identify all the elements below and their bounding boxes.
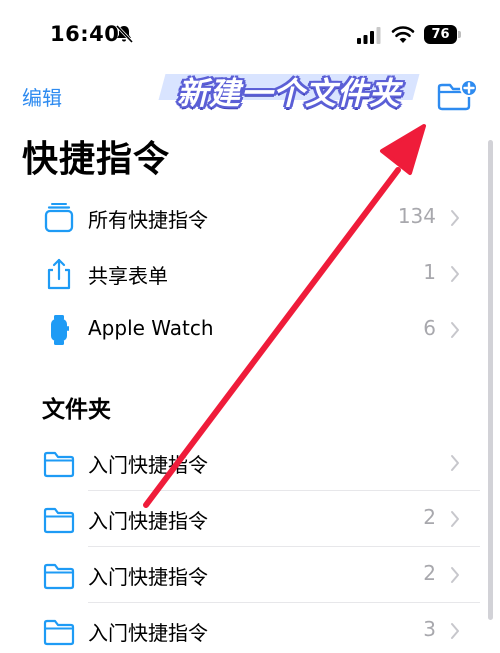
- bell-slash-icon: [115, 24, 134, 44]
- new-folder-button[interactable]: [436, 78, 478, 112]
- list-item-all-shortcuts[interactable]: 所有快捷指令 134: [0, 190, 480, 246]
- overlay-caption: 新建一个文件夹: [158, 62, 420, 112]
- page-title: 快捷指令: [22, 139, 171, 180]
- folder-icon: [43, 451, 75, 478]
- folder-icon: [43, 619, 75, 646]
- chevron-right-icon: [451, 266, 459, 282]
- row-label: Apple Watch: [88, 316, 214, 340]
- row-label: 入门快捷指令: [88, 453, 208, 477]
- battery-indicator: 76: [424, 25, 457, 44]
- share-icon: [47, 258, 71, 290]
- chevron-right-icon: [451, 623, 459, 639]
- row-count: 2: [423, 561, 436, 585]
- row-label: 入门快捷指令: [88, 621, 208, 645]
- status-time: 16:40: [50, 22, 120, 46]
- chevron-right-icon: [451, 322, 459, 338]
- row-label: 入门快捷指令: [88, 565, 208, 589]
- watch-icon: [51, 315, 69, 345]
- folder-item[interactable]: 入门快捷指令 2: [0, 491, 480, 547]
- folders-section-header: 文件夹: [42, 397, 111, 423]
- list-item-shared[interactable]: 共享表单 1: [0, 246, 480, 302]
- status-bar: 16:40 76: [0, 0, 500, 70]
- row-count: 1: [423, 260, 436, 284]
- folder-icon: [43, 563, 75, 590]
- row-label: 所有快捷指令: [88, 208, 208, 232]
- chevron-right-icon: [451, 455, 459, 471]
- folder-plus-icon: [437, 79, 478, 111]
- wifi-icon: [391, 26, 415, 43]
- folder-item[interactable]: 入门快捷指令: [0, 435, 480, 491]
- list-item-apple-watch[interactable]: Apple Watch 6: [0, 302, 480, 358]
- chevron-right-icon: [451, 511, 459, 527]
- row-label: 共享表单: [88, 264, 168, 288]
- folder-icon: [43, 507, 75, 534]
- scrollbar[interactable]: [488, 140, 493, 620]
- row-label: 入门快捷指令: [88, 509, 208, 533]
- edit-button[interactable]: 编辑: [22, 82, 62, 111]
- folder-item[interactable]: 入门快捷指令 2: [0, 547, 480, 603]
- folder-item[interactable]: 入门快捷指令 3: [0, 603, 480, 653]
- row-count: 6: [423, 316, 436, 340]
- row-count: 134: [397, 204, 436, 228]
- battery-tip: [458, 31, 461, 38]
- chevron-right-icon: [451, 210, 459, 226]
- row-count: 2: [423, 505, 436, 529]
- chevron-right-icon: [451, 567, 459, 583]
- caption-text: 新建一个文件夹: [177, 76, 401, 112]
- stack-icon: [44, 203, 74, 233]
- row-count: 3: [423, 617, 436, 641]
- cellular-signal-icon: [357, 27, 381, 44]
